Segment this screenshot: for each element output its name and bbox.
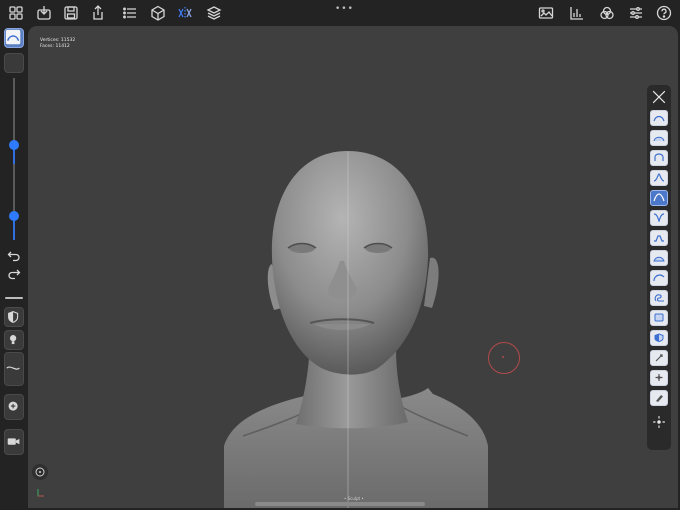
brush-preview-button[interactable] bbox=[4, 28, 24, 48]
add-button[interactable] bbox=[4, 394, 24, 420]
mode-label: • Sculpt • bbox=[344, 496, 364, 501]
tool-clay[interactable] bbox=[650, 130, 668, 146]
left-sidebar bbox=[0, 26, 28, 510]
share-icon[interactable] bbox=[90, 5, 106, 21]
tool-mask[interactable] bbox=[650, 250, 668, 266]
tool-crease[interactable] bbox=[650, 150, 668, 166]
tool-palette bbox=[647, 85, 671, 450]
tool-move[interactable] bbox=[650, 270, 668, 286]
3d-viewport[interactable]: Vertices: 11532 Faces: 11412 bbox=[28, 26, 678, 508]
redo-icon[interactable] bbox=[7, 267, 21, 281]
chart-icon[interactable] bbox=[569, 5, 585, 21]
import-icon[interactable] bbox=[36, 5, 52, 21]
settings-sliders-icon[interactable] bbox=[628, 5, 644, 21]
tool-pinch[interactable] bbox=[650, 190, 668, 206]
tool-color[interactable] bbox=[650, 330, 668, 346]
tool-transform[interactable] bbox=[650, 350, 668, 366]
brush-cursor-center bbox=[502, 356, 504, 358]
tool-drag[interactable] bbox=[650, 290, 668, 306]
tool-smooth[interactable] bbox=[650, 230, 668, 246]
stroke-curve-button[interactable] bbox=[4, 352, 24, 386]
intensity-slider-knob[interactable] bbox=[9, 211, 19, 221]
cube-icon[interactable] bbox=[150, 5, 166, 21]
tool-inflate[interactable] bbox=[650, 110, 668, 126]
top-toolbar: ••• bbox=[0, 0, 680, 26]
help-icon[interactable] bbox=[656, 5, 672, 21]
sculpt-model[interactable] bbox=[28, 26, 678, 508]
tool-paint[interactable] bbox=[650, 310, 668, 326]
tool-standard[interactable] bbox=[650, 170, 668, 186]
list-icon[interactable] bbox=[122, 5, 138, 21]
tool-pen[interactable] bbox=[650, 390, 668, 406]
axis-indicator-icon bbox=[37, 489, 44, 497]
image-icon[interactable] bbox=[538, 5, 554, 21]
tool-tube[interactable] bbox=[650, 370, 668, 386]
undo-icon[interactable] bbox=[7, 249, 21, 263]
tool-brush[interactable] bbox=[650, 88, 668, 106]
radius-slider-knob[interactable] bbox=[9, 140, 19, 150]
tool-flatten[interactable] bbox=[650, 210, 668, 226]
window-grip[interactable]: ••• bbox=[335, 4, 354, 14]
view-gizmo-button[interactable] bbox=[32, 464, 48, 480]
camera-button[interactable] bbox=[4, 429, 24, 455]
home-indicator[interactable] bbox=[255, 502, 425, 506]
layers-icon[interactable] bbox=[206, 5, 222, 21]
sidebar-divider bbox=[5, 297, 23, 299]
grid-icon[interactable] bbox=[8, 5, 24, 21]
tool-gizmo[interactable] bbox=[650, 413, 668, 431]
mask-toggle-button[interactable] bbox=[4, 307, 24, 327]
brush-cursor bbox=[488, 342, 520, 374]
alpha-button[interactable] bbox=[4, 53, 24, 73]
light-toggle-button[interactable] bbox=[4, 330, 24, 350]
material-icon[interactable] bbox=[599, 5, 615, 21]
save-icon[interactable] bbox=[63, 5, 79, 21]
symmetry-icon[interactable] bbox=[177, 5, 193, 21]
